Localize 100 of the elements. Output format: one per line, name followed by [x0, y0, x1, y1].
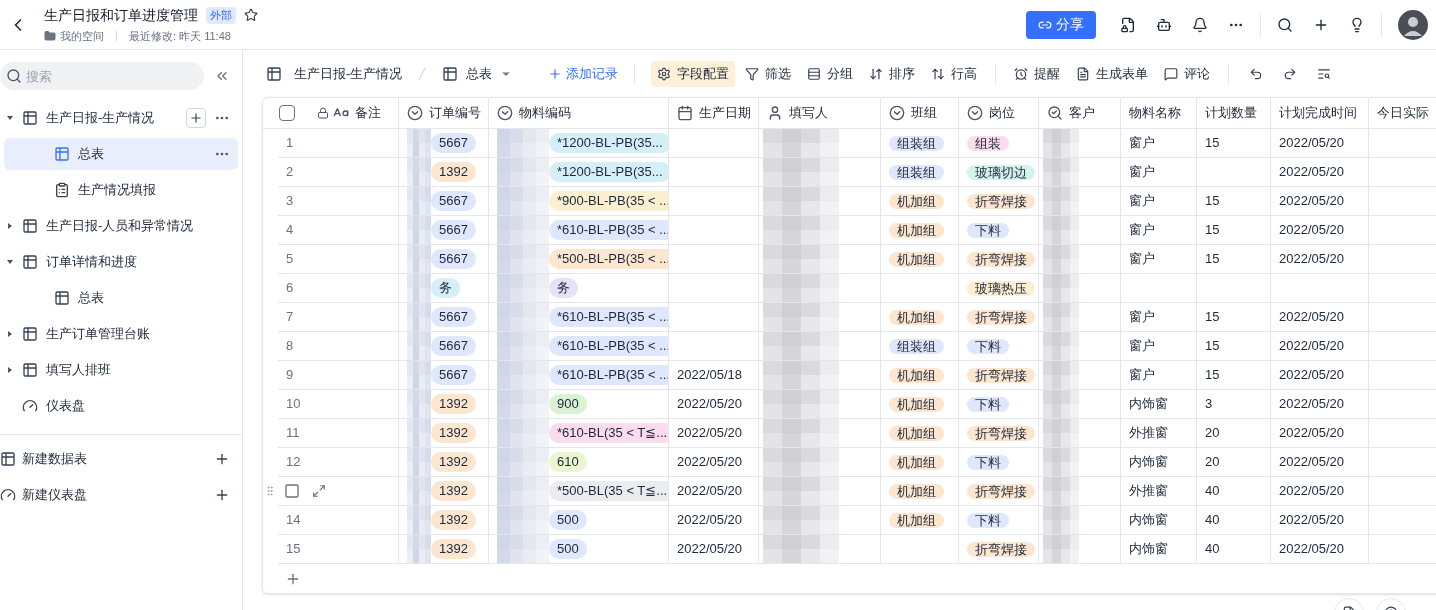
view-selector[interactable]: 总表	[442, 63, 513, 84]
plus-icon	[189, 111, 203, 125]
checkbox[interactable]	[284, 483, 300, 499]
tag: *500-BL(35 < T≦...	[549, 481, 668, 501]
toolbar-button[interactable]: 行高	[925, 60, 984, 87]
column-header[interactable]: 物料名称	[1129, 103, 1181, 123]
sidebar-item[interactable]: 总表	[4, 282, 238, 314]
share-button[interactable]: 分享	[1026, 10, 1096, 39]
location-link[interactable]: 我的空间	[60, 27, 104, 45]
tag: 折弯焊接	[967, 310, 1035, 325]
toolbar-button[interactable]: 分组	[801, 60, 860, 87]
column-header[interactable]: 今日实际	[1377, 103, 1429, 123]
cell-text: 15	[1204, 192, 1221, 211]
row-number: 7	[286, 308, 294, 327]
row-number: 1	[286, 134, 294, 153]
column-header[interactable]: 班组	[911, 103, 937, 123]
search-field[interactable]: 搜索	[0, 62, 204, 90]
cell-text: 15	[1204, 221, 1221, 240]
cell-text: 窗户	[1128, 250, 1156, 269]
plus-icon[interactable]	[214, 487, 230, 503]
tag: 务	[431, 278, 460, 298]
table-name[interactable]: 生产日报-生产情况	[294, 63, 403, 84]
alarm-icon	[1014, 66, 1029, 81]
cell-text: 外推窗	[1128, 424, 1169, 443]
column-header[interactable]: 填写人	[789, 103, 828, 123]
drag-handle-icon[interactable]	[264, 485, 276, 497]
search-icon[interactable]	[1277, 16, 1293, 33]
find-icon[interactable]	[1317, 66, 1332, 81]
document-lock-icon[interactable]	[1120, 16, 1136, 33]
caret-icon[interactable]	[6, 114, 14, 122]
tag: 折弯焊接	[967, 484, 1035, 499]
toolbar-button[interactable]: 排序	[863, 60, 922, 87]
expand-icon[interactable]	[312, 484, 326, 498]
tag: 组装组	[889, 136, 944, 151]
sidebar-item[interactable]: 生产订单管理台账	[4, 318, 238, 350]
table-icon	[266, 65, 282, 82]
robot-icon[interactable]	[1156, 16, 1172, 33]
star-icon[interactable]	[244, 8, 258, 23]
checkbox[interactable]	[279, 105, 295, 121]
tag: *610-BL-PB(35 < ...	[549, 220, 668, 240]
cell-text: 2022/05/20	[676, 540, 744, 559]
lightbulb-icon[interactable]	[1349, 16, 1365, 33]
tag: 1392	[431, 452, 476, 472]
tag: 机加组	[889, 252, 944, 267]
column-header[interactable]: 计划数量	[1205, 103, 1257, 123]
create-item[interactable]: 新建数据表	[0, 443, 242, 475]
sidebar-item[interactable]: 生产日报-生产情况	[4, 102, 238, 134]
toolbar-button[interactable]: 筛选	[739, 60, 798, 87]
tag: 1392	[431, 394, 476, 414]
tag: 机加组	[889, 310, 944, 325]
cell-text: 2022/05/20	[1278, 221, 1346, 240]
calendar-icon	[677, 105, 693, 121]
plus-icon[interactable]	[214, 451, 230, 467]
tag: 1392	[431, 481, 476, 501]
table-icon	[22, 218, 38, 234]
column-header[interactable]: 订单编号	[429, 103, 481, 123]
sidebar-item[interactable]: 填写人排班	[4, 354, 238, 386]
row-number: 4	[286, 221, 294, 240]
cell-text: 内饰窗	[1128, 540, 1169, 559]
column-header[interactable]: 物料编码	[519, 103, 571, 123]
column-header[interactable]: 客户	[1069, 103, 1095, 123]
undo-icon[interactable]	[1249, 66, 1264, 81]
tag: 机加组	[889, 455, 944, 470]
column-header[interactable]: 岗位	[989, 103, 1015, 123]
caret-icon[interactable]	[6, 258, 14, 266]
sidebar-item[interactable]: 生产日报-人员和异常情况	[4, 210, 238, 242]
toolbar-button[interactable]: 提醒	[1008, 60, 1067, 87]
cell-text: 2022/05/20	[676, 395, 744, 414]
sidebar-item[interactable]: 生产情况填报	[4, 174, 238, 206]
tag: 5667	[431, 133, 476, 153]
cell-text: 2022/05/20	[1278, 482, 1346, 501]
lookup-icon	[1047, 105, 1063, 121]
add-record-button[interactable]: 添加记录	[548, 63, 619, 84]
row-number: 11	[286, 424, 300, 443]
toolbar-button[interactable]: 字段配置	[651, 60, 736, 87]
sidebar-item[interactable]: 总表	[4, 138, 238, 170]
column-header[interactable]: 计划完成时间	[1279, 103, 1357, 123]
cell-text: 2022/05/18	[676, 366, 744, 385]
sidebar-item[interactable]: 仪表盘	[4, 390, 238, 422]
column-header[interactable]: 备注	[355, 103, 381, 123]
caret-icon[interactable]	[6, 366, 14, 374]
redo-icon[interactable]	[1283, 66, 1298, 81]
tag: 机加组	[889, 223, 944, 238]
form-icon	[1076, 66, 1091, 81]
tag: 机加组	[889, 513, 944, 528]
tag: 5667	[431, 191, 476, 211]
toolbar-button[interactable]: 生成表单	[1070, 60, 1155, 87]
cell-text: 2022/05/20	[1278, 540, 1346, 559]
table-icon	[22, 362, 38, 378]
toolbar-button[interactable]: 评论	[1158, 60, 1217, 87]
tag: 下料	[967, 455, 1009, 470]
add-button[interactable]	[186, 108, 206, 128]
column-header[interactable]: 生产日期	[699, 103, 751, 123]
bell-icon[interactable]	[1192, 16, 1208, 33]
sidebar-item[interactable]: 订单详情和进度	[4, 246, 238, 278]
caret-icon[interactable]	[6, 330, 14, 338]
create-item[interactable]: 新建仪表盘	[0, 479, 242, 511]
caret-icon[interactable]	[6, 222, 14, 230]
avatar[interactable]	[1398, 9, 1428, 40]
sidebar-label: 生产日报-生产情况	[46, 109, 156, 128]
